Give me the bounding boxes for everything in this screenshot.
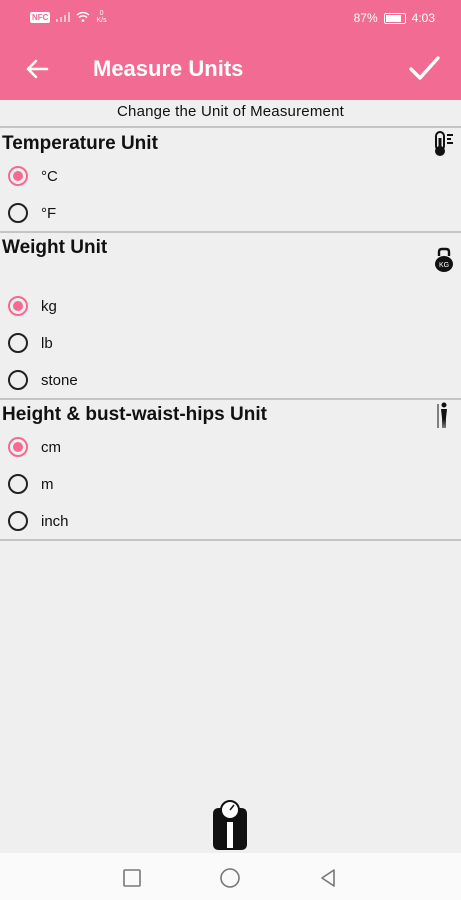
system-nav-bar — [0, 853, 461, 900]
radio-button[interactable] — [8, 333, 28, 353]
kettlebell-icon: KG — [435, 247, 453, 272]
radio-button[interactable] — [8, 474, 28, 494]
radio-button[interactable] — [8, 437, 28, 457]
circle-icon[interactable] — [219, 867, 241, 889]
battery-fill — [385, 14, 401, 22]
page-title: Measure Units — [93, 56, 244, 81]
net-speed-value: 0 — [99, 10, 104, 17]
temperature-option-celsius[interactable]: °C — [8, 162, 58, 190]
option-label: °C — [41, 167, 58, 185]
triangle-back-icon[interactable] — [317, 867, 339, 889]
option-label: stone — [41, 371, 78, 389]
net-speed-unit: K/s — [96, 17, 107, 24]
divider — [0, 231, 461, 233]
option-label: °F — [41, 204, 57, 222]
height-option-cm[interactable]: cm — [8, 433, 61, 461]
clock: 4:03 — [411, 11, 435, 25]
wifi-icon — [77, 12, 90, 22]
thermometer-icon — [435, 131, 453, 156]
option-label: m — [41, 475, 54, 493]
weight-option-lb[interactable]: lb — [8, 329, 53, 357]
height-section-title: Height & bust-waist-hips Unit — [2, 404, 267, 425]
option-label: lb — [41, 334, 53, 352]
arrow-left-icon[interactable] — [22, 54, 52, 84]
bathroom-scale-icon — [213, 800, 247, 850]
signal-icon — [56, 12, 71, 22]
app-bar: Measure Units — [0, 36, 461, 100]
radio-button[interactable] — [8, 370, 28, 390]
divider — [0, 398, 461, 400]
divider — [0, 539, 461, 541]
option-label: kg — [41, 297, 57, 315]
temperature-option-fahrenheit[interactable]: °F — [8, 199, 56, 227]
battery-percent: 87% — [353, 11, 378, 25]
net-speed: 0 K/s — [96, 10, 106, 24]
page-subtitle: Change the Unit of Measurement — [117, 103, 344, 120]
weight-section-title: Weight Unit — [2, 237, 108, 258]
radio-button[interactable] — [8, 203, 28, 223]
status-bar: NFC 0 K/s 87% 4:03 — [0, 0, 461, 36]
status-left: NFC 0 K/s — [30, 10, 107, 24]
temperature-section-title: Temperature Unit — [2, 133, 158, 154]
height-option-inch[interactable]: inch — [8, 507, 69, 535]
weight-option-kg[interactable]: kg — [8, 292, 57, 320]
check-icon[interactable] — [407, 52, 441, 84]
divider — [0, 126, 461, 128]
option-label: cm — [41, 438, 61, 456]
height-option-m[interactable]: m — [8, 470, 54, 498]
radio-button[interactable] — [8, 511, 28, 531]
weight-option-stone[interactable]: stone — [8, 366, 78, 394]
square-icon[interactable] — [121, 867, 143, 889]
battery-icon — [383, 12, 406, 24]
radio-button[interactable] — [8, 296, 28, 316]
status-right: 87% 4:03 — [354, 11, 435, 25]
radio-button[interactable] — [8, 166, 28, 186]
nfc-badge: NFC — [30, 11, 51, 23]
svg-text:KG: KG — [439, 262, 449, 269]
person-icon — [437, 402, 447, 428]
option-label: inch — [41, 512, 69, 530]
